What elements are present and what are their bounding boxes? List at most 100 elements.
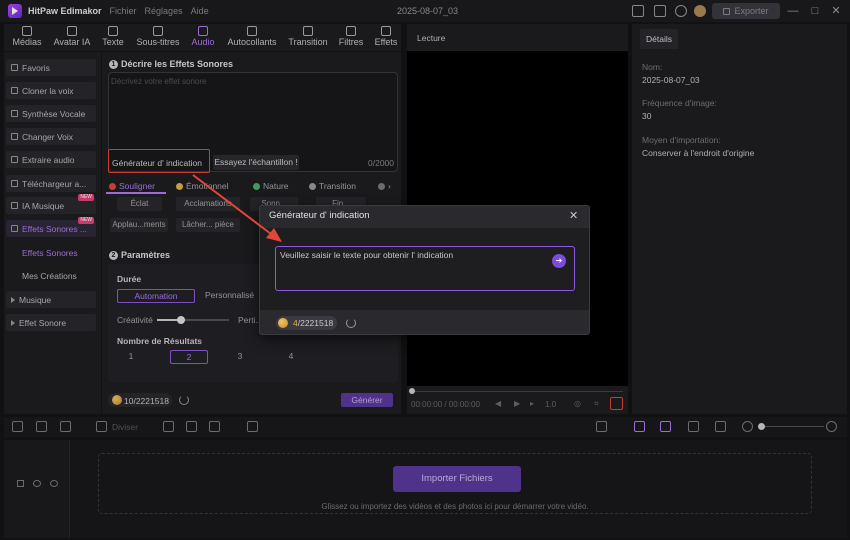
preview-playhead[interactable] <box>409 388 415 394</box>
try-sample-button[interactable]: Essayez l'échantillon ! <box>213 155 299 170</box>
sound-tab-emotionnel[interactable]: Émotionnel <box>176 181 229 191</box>
tab-audio[interactable]: Audio <box>189 26 217 47</box>
tab-texte[interactable]: Texte <box>100 26 126 47</box>
layout-icon[interactable] <box>632 5 644 17</box>
shield-icon[interactable] <box>163 421 174 432</box>
detail-framerate-value: 30 <box>642 111 652 121</box>
tab-avatar-ia[interactable]: Avatar IA <box>51 26 93 47</box>
redo-icon[interactable] <box>36 421 47 432</box>
send-arrow-icon[interactable]: ➔ <box>552 254 566 268</box>
magnet-icon[interactable] <box>660 421 671 432</box>
sound-tabs-next-icon[interactable]: › <box>378 181 391 191</box>
results-option-2[interactable]: 2 <box>170 350 208 364</box>
sound-tab-nature[interactable]: Nature <box>253 181 289 191</box>
step-number: 1 <box>109 59 118 69</box>
sidebar-item-effet-sonore[interactable]: Effet Sonore <box>6 314 96 331</box>
sidebar-item-synthese-vocale[interactable]: Synthèse Vocale <box>6 105 96 122</box>
loop-icon[interactable] <box>715 421 726 432</box>
snapshot-icon[interactable]: ◎ <box>574 399 581 408</box>
microphone-icon <box>11 156 18 163</box>
zoom-slider[interactable] <box>758 426 824 427</box>
sidebar-item-favoris[interactable]: Favoris <box>6 59 96 76</box>
menu-aide[interactable]: Aide <box>191 6 209 16</box>
sidebar-item-changer-voix[interactable]: Changer Voix <box>6 128 96 145</box>
sidebar-sub-mes-creations[interactable]: Mes Créations <box>22 271 77 281</box>
zoom-in-icon[interactable] <box>826 421 837 432</box>
track-visibility-icon[interactable] <box>33 480 41 487</box>
fullscreen-icon[interactable] <box>610 397 623 410</box>
speed-value[interactable]: 1.0 <box>545 400 556 409</box>
chip-acclamations[interactable]: Acclamations <box>176 197 240 211</box>
delete-icon[interactable] <box>60 421 71 432</box>
sidebar-item-ia-musique[interactable]: IA Musique NEW <box>6 194 96 214</box>
sidebar-item-extraire-audio[interactable]: Extraire audio <box>6 151 96 168</box>
creativity-label: Créativité <box>117 315 153 325</box>
tab-filtres[interactable]: Filtres <box>337 26 365 47</box>
sidebar-item-label: Musique <box>19 294 52 305</box>
zoom-out-icon[interactable] <box>742 421 753 432</box>
export-button[interactable]: Exporter <box>712 3 780 19</box>
sidebar-item-musique[interactable]: Musique <box>6 291 96 308</box>
chip-eclat[interactable]: Éclat <box>117 197 162 211</box>
export-label: Exporter <box>734 6 769 16</box>
avatar[interactable] <box>694 5 706 17</box>
sound-tab-transition[interactable]: Transition <box>309 181 356 191</box>
maximize-icon[interactable]: □ <box>808 4 822 18</box>
tab-autocollants[interactable]: Autocollants <box>225 26 279 47</box>
new-badge: NEW <box>78 194 94 201</box>
sidebar-item-telechargeur[interactable]: Téléchargeur a... <box>6 175 96 192</box>
results-option-3[interactable]: 3 <box>221 350 259 364</box>
link-icon[interactable] <box>634 421 645 432</box>
tab-transition[interactable]: Transition <box>286 26 330 47</box>
sidebar-item-cloner-voix[interactable]: Cloner la voix <box>6 82 96 99</box>
add-icon[interactable] <box>247 421 258 432</box>
results-count-label: Nombre de Résultats <box>117 336 203 346</box>
creativity-slider-handle[interactable] <box>176 316 185 324</box>
microphone-icon[interactable] <box>596 421 607 432</box>
params-title: Paramètres <box>121 250 171 260</box>
chip-lacher-piece[interactable]: Lâcher... pièce <box>176 218 240 232</box>
crop-icon[interactable]: ⌗ <box>594 399 599 409</box>
leaf-icon <box>253 182 260 190</box>
media-icon <box>22 26 32 36</box>
refresh-icon[interactable] <box>179 395 189 405</box>
avatar-icon <box>67 26 77 36</box>
sidebar-sub-effets-sonores[interactable]: Effets Sonores <box>22 248 78 258</box>
detail-framerate-label: Fréquence d'image: <box>642 98 717 108</box>
chain-icon[interactable] <box>688 421 699 432</box>
scissors-icon[interactable] <box>96 421 107 432</box>
sidebar-item-effets-sonores[interactable]: Effets Sonores ... NEW <box>6 217 96 237</box>
download-icon[interactable] <box>675 5 687 17</box>
app-logo-icon <box>8 4 22 18</box>
track-audio-icon[interactable] <box>50 480 58 487</box>
step-number: 2 <box>109 250 118 260</box>
next-frame-icon[interactable]: ▸ <box>530 399 534 408</box>
crop-tool-icon[interactable] <box>209 421 220 432</box>
play-icon[interactable]: ▶ <box>514 399 520 408</box>
undo-icon[interactable] <box>12 421 23 432</box>
zoom-slider-handle[interactable] <box>758 423 765 430</box>
text-tool-icon[interactable] <box>186 421 197 432</box>
minimize-icon[interactable]: — <box>786 4 800 18</box>
tab-medias[interactable]: Médias <box>10 26 44 47</box>
duration-custom-button[interactable]: Personnalisé <box>205 289 265 303</box>
chip-applaudissements[interactable]: Applau...ments <box>110 218 168 232</box>
generate-button[interactable]: Générer <box>341 393 393 407</box>
preview-progress-bar[interactable] <box>411 391 623 392</box>
track-lock-icon[interactable] <box>17 480 24 487</box>
close-icon[interactable]: ✕ <box>569 209 578 222</box>
results-option-1[interactable]: 1 <box>117 350 145 364</box>
menu-reglages[interactable]: Réglages <box>145 6 183 16</box>
tab-effets[interactable]: Effets <box>372 26 400 47</box>
duration-automation-button[interactable]: Automation <box>117 289 195 303</box>
tab-sous-titres[interactable]: Sous-titres <box>134 26 182 47</box>
results-option-4[interactable]: 4 <box>272 350 310 364</box>
sound-tab-souligner[interactable]: Souligner <box>109 181 155 191</box>
menu-fichier[interactable]: Fichier <box>110 6 137 16</box>
import-files-button[interactable]: Importer Fichiers <box>393 466 521 492</box>
refresh-icon[interactable] <box>346 318 356 328</box>
prev-frame-icon[interactable]: ◀ <box>495 399 501 408</box>
feedback-icon[interactable] <box>654 5 666 17</box>
tab-details[interactable]: Détails <box>640 29 678 49</box>
close-window-icon[interactable]: ✕ <box>829 4 843 18</box>
